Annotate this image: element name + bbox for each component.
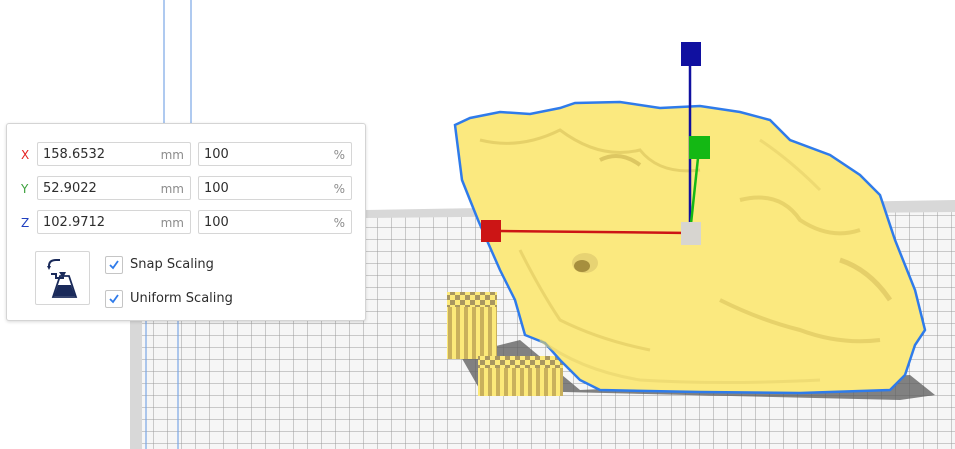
- scale-tool-panel: X 158.6532 mm 100 % Y 52.9022 mm 100 % Z…: [6, 123, 366, 321]
- snap-scaling-checkbox[interactable]: [105, 256, 123, 274]
- scale-row-y: Y 52.9022 mm 100 %: [7, 176, 365, 202]
- axis-label-x: X: [21, 148, 30, 162]
- gizmo-x-handle[interactable]: [481, 220, 501, 242]
- scale-row-z: Z 102.9712 mm 100 %: [7, 210, 365, 236]
- percent-y-value: 100: [204, 181, 229, 196]
- gizmo-center-handle[interactable]: [681, 222, 701, 245]
- small-object-right[interactable]: [478, 356, 563, 396]
- gizmo-z-handle[interactable]: [681, 42, 701, 66]
- uniform-scaling-option[interactable]: Uniform Scaling: [105, 289, 325, 309]
- checkmark-icon: [109, 294, 119, 304]
- snap-scaling-option[interactable]: Snap Scaling: [105, 255, 325, 275]
- size-x-input[interactable]: 158.6532 mm: [37, 142, 191, 166]
- size-y-input[interactable]: 52.9022 mm: [37, 176, 191, 200]
- percent-y-input[interactable]: 100 %: [198, 176, 352, 200]
- size-y-value: 52.9022: [43, 181, 97, 196]
- uniform-scaling-checkbox[interactable]: [105, 290, 123, 308]
- percent-x-value: 100: [204, 147, 229, 162]
- size-x-unit: mm: [160, 148, 184, 162]
- size-x-value: 158.6532: [43, 147, 106, 162]
- lay-flat-icon: [47, 259, 78, 298]
- percent-y-unit: %: [333, 182, 345, 196]
- size-z-input[interactable]: 102.9712 mm: [37, 210, 191, 234]
- scale-row-x: X 158.6532 mm 100 %: [7, 142, 365, 168]
- size-z-unit: mm: [160, 216, 184, 230]
- percent-z-unit: %: [333, 216, 345, 230]
- percent-x-unit: %: [333, 148, 345, 162]
- checkmark-icon: [109, 260, 119, 270]
- size-z-value: 102.9712: [43, 215, 106, 230]
- lay-flat-button[interactable]: [35, 251, 90, 305]
- percent-x-input[interactable]: 100 %: [198, 142, 352, 166]
- percent-z-input[interactable]: 100 %: [198, 210, 352, 234]
- uniform-scaling-label: Uniform Scaling: [130, 291, 233, 306]
- percent-z-value: 100: [204, 215, 229, 230]
- snap-scaling-label: Snap Scaling: [130, 257, 214, 272]
- size-y-unit: mm: [160, 182, 184, 196]
- gizmo-y-handle[interactable]: [689, 136, 710, 159]
- axis-label-z: Z: [21, 216, 30, 230]
- small-object-left[interactable]: [447, 292, 497, 359]
- axis-label-y: Y: [21, 182, 29, 196]
